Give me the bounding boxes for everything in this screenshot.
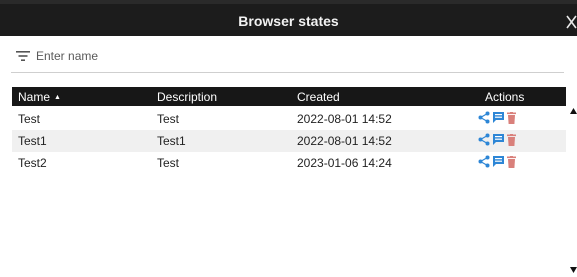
comment-icon[interactable]	[493, 133, 504, 146]
cell-name: Test1	[18, 134, 47, 148]
scroll-up-icon[interactable]	[570, 108, 577, 114]
filter-underline	[11, 72, 564, 73]
share-icon[interactable]	[478, 155, 490, 168]
delete-icon[interactable]	[507, 133, 516, 146]
share-icon[interactable]	[478, 133, 490, 146]
cell-created: 2022-08-01 14:52	[297, 134, 392, 148]
dialog-title: Browser states	[238, 13, 339, 29]
name-filter	[16, 47, 436, 65]
row-actions	[478, 111, 519, 124]
column-header-name[interactable]: Name ▲	[18, 90, 61, 104]
row-actions	[478, 133, 519, 146]
delete-icon[interactable]	[507, 111, 516, 124]
cell-description: Test	[157, 156, 180, 170]
table-row[interactable]: Test1 Test1 2022-08-01 14:52	[12, 130, 566, 152]
close-icon[interactable]	[564, 13, 577, 31]
column-header-created[interactable]: Created	[297, 90, 340, 104]
filter-icon	[16, 51, 30, 61]
name-filter-input[interactable]	[36, 49, 436, 63]
table-header: Name ▲ Description Created Actions	[12, 87, 566, 106]
cell-description: Test1	[157, 134, 186, 148]
scroll-down-icon[interactable]	[570, 267, 577, 273]
table-row[interactable]: Test Test 2022-08-01 14:52	[12, 108, 566, 130]
row-actions	[478, 155, 519, 168]
sort-ascending-icon: ▲	[54, 94, 61, 101]
column-header-actions: Actions	[485, 90, 525, 104]
cell-name: Test2	[18, 156, 47, 170]
cell-created: 2023-01-06 14:24	[297, 156, 392, 170]
delete-icon[interactable]	[507, 155, 516, 168]
comment-icon[interactable]	[493, 155, 504, 168]
cell-description: Test	[157, 112, 180, 126]
share-icon[interactable]	[478, 111, 490, 124]
comment-icon[interactable]	[493, 111, 504, 124]
table-row[interactable]: Test2 Test 2023-01-06 14:24	[12, 152, 566, 174]
column-header-description[interactable]: Description	[157, 90, 217, 104]
cell-created: 2022-08-01 14:52	[297, 112, 392, 126]
dialog-titlebar: Browser states	[0, 0, 577, 36]
column-header-name-label: Name	[18, 90, 51, 104]
cell-name: Test	[18, 112, 41, 126]
